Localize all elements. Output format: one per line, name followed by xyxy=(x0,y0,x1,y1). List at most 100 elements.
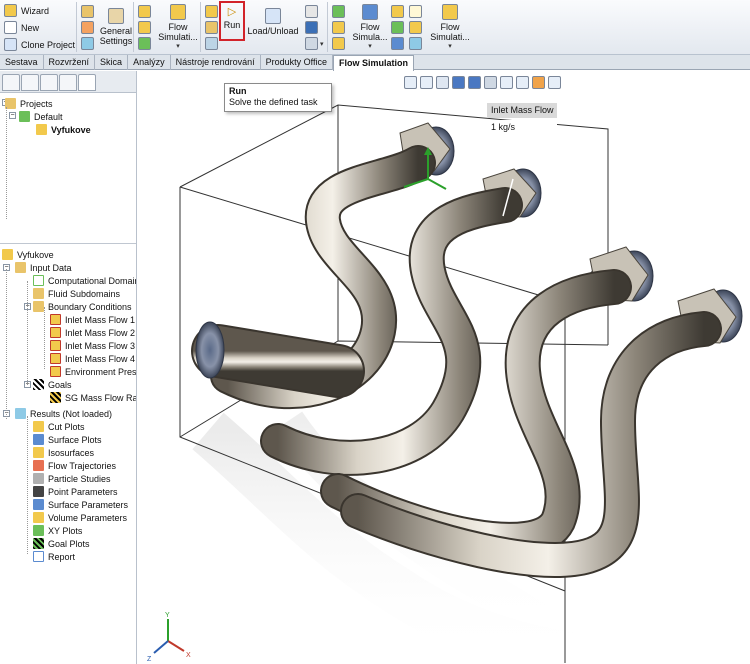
tree-goals[interactable]: Goals xyxy=(33,378,72,391)
xy-plot-icon xyxy=(33,525,44,536)
tree-isosurfaces[interactable]: Isosurfaces xyxy=(33,446,94,459)
tab-sestava[interactable]: Sestava xyxy=(0,55,44,70)
toolbar-icon-14[interactable] xyxy=(332,37,345,50)
flow-analysis-tab[interactable] xyxy=(78,74,96,91)
toolbar-icon-19[interactable] xyxy=(409,37,422,50)
graphics-viewport[interactable]: Y X Z Inlet Mass Flow 1 kg/s xyxy=(138,71,750,664)
command-ribbon: Wizard New Clone Project General Setting… xyxy=(0,0,750,55)
outlet-flange xyxy=(195,321,225,379)
tree-surface-plots[interactable]: Surface Plots xyxy=(33,433,102,446)
load-unload-button[interactable]: Load/Unload xyxy=(247,8,299,36)
appearance-tab[interactable] xyxy=(59,74,77,91)
toolbar-icon-9[interactable] xyxy=(205,37,218,50)
tree-inlet-mass-flow-2[interactable]: Inlet Mass Flow 2 xyxy=(50,326,135,339)
toolbar-icon-18[interactable] xyxy=(409,21,422,34)
tree-flow-trajectories[interactable]: Flow Trajectories xyxy=(33,459,116,472)
chevron-down-icon: ▾ xyxy=(448,43,452,50)
tree-point-parameters[interactable]: Point Parameters xyxy=(33,485,118,498)
tab-rozvrzeni[interactable]: Rozvržení xyxy=(44,55,96,70)
chevron-down-icon[interactable]: ▾ xyxy=(320,40,324,48)
tree-xy-plots[interactable]: XY Plots xyxy=(33,524,82,537)
panel-tabs xyxy=(0,71,136,93)
flow-simulation-menu-1[interactable]: Flow Simulati... ▾ xyxy=(156,4,200,52)
tree-volume-parameters[interactable]: Volume Parameters xyxy=(33,511,127,524)
tree-inlet-mass-flow-1[interactable]: Inlet Mass Flow 1 xyxy=(50,313,135,326)
callout-label[interactable]: Inlet Mass Flow xyxy=(487,103,557,118)
tree-report[interactable]: Report xyxy=(33,550,75,563)
command-tabs: Sestava Rozvržení Skica Analýzy Nástroje… xyxy=(0,55,750,71)
goal-icon xyxy=(50,392,61,403)
collapse-toggle[interactable]: − xyxy=(9,112,16,119)
tree-inlet-mass-flow-3[interactable]: Inlet Mass Flow 3 xyxy=(50,339,135,352)
toolbar-icon-8[interactable] xyxy=(205,21,218,34)
feature-tree-tab[interactable] xyxy=(2,74,20,91)
inlet-icon xyxy=(50,314,61,325)
tree-environment-pressure[interactable]: Environment Pressure xyxy=(50,365,136,378)
flow-simulation-icon xyxy=(442,4,458,20)
tree-project-vyfukove[interactable]: Vyfukove xyxy=(36,123,91,136)
tree-analysis-root[interactable]: Vyfukove xyxy=(2,248,54,261)
wizard-button[interactable]: Wizard xyxy=(4,4,49,17)
flow-simulation-icon xyxy=(362,4,378,20)
toolbar-icon-7[interactable] xyxy=(205,5,218,18)
tab-analyzy[interactable]: Analýzy xyxy=(128,55,171,70)
clone-project-button[interactable]: Clone Project xyxy=(4,38,75,51)
toolbar-icon-5[interactable] xyxy=(138,21,151,34)
toolbar-icon-1[interactable] xyxy=(81,5,94,18)
tooltip-description: Solve the defined task xyxy=(229,97,318,107)
general-settings-button[interactable]: General Settings xyxy=(98,8,134,46)
tab-flow-simulation[interactable]: Flow Simulation xyxy=(333,55,414,71)
tree-fluid-subdomains[interactable]: Fluid Subdomains xyxy=(33,287,120,300)
run-button-highlight xyxy=(219,1,245,41)
tab-produkty-office[interactable]: Produkty Office xyxy=(261,55,333,70)
inlet-icon xyxy=(50,327,61,338)
toolbar-icon-13[interactable] xyxy=(332,21,345,34)
report-icon xyxy=(33,551,44,562)
lightbulb-icon[interactable] xyxy=(409,5,422,18)
toolbar-icon-16[interactable] xyxy=(391,21,404,34)
tree-boundary-conditions[interactable]: Boundary Conditions xyxy=(33,300,132,313)
save-icon[interactable] xyxy=(305,21,318,34)
wizard-icon xyxy=(4,4,17,17)
tree-particle-studies[interactable]: Particle Studies xyxy=(33,472,111,485)
settings-icon xyxy=(108,8,124,24)
new-project-button[interactable]: New xyxy=(4,21,39,34)
new-document-icon xyxy=(4,21,17,34)
toolbar-icon-10[interactable] xyxy=(305,5,318,18)
toolbar-icon-11[interactable] xyxy=(305,37,318,50)
goals-flag-icon xyxy=(33,379,44,390)
tree-inlet-mass-flow-4[interactable]: Inlet Mass Flow 4 xyxy=(50,352,135,365)
folder-icon xyxy=(33,301,44,312)
tree-input-data[interactable]: Input Data xyxy=(15,261,72,274)
toolbar-icon-12[interactable] xyxy=(332,5,345,18)
tree-cut-plots[interactable]: Cut Plots xyxy=(33,420,85,433)
callout-value[interactable]: 1 kg/s xyxy=(487,120,557,135)
results-icon xyxy=(15,408,26,419)
tree-results[interactable]: Results (Not loaded) xyxy=(15,407,112,420)
toolbar-icon-6[interactable] xyxy=(138,37,151,50)
tree-surface-parameters[interactable]: Surface Parameters xyxy=(33,498,128,511)
trajectory-icon xyxy=(33,460,44,471)
tab-skica[interactable]: Skica xyxy=(95,55,129,70)
property-tab[interactable] xyxy=(21,74,39,91)
panel-splitter[interactable] xyxy=(0,243,136,246)
folder-icon xyxy=(15,262,26,273)
axis-triad: Y X Z xyxy=(147,612,191,663)
flow-project-icon xyxy=(2,249,13,260)
run-tooltip: Run Solve the defined task xyxy=(224,83,332,112)
tree-goal-plots[interactable]: Goal Plots xyxy=(33,537,90,550)
toolbar-icon-4[interactable] xyxy=(138,5,151,18)
clone-icon xyxy=(4,38,17,51)
toolbar-icon-15[interactable] xyxy=(391,5,404,18)
tree-default-config[interactable]: Default xyxy=(19,110,63,123)
tree-sg-mass-flow-rate[interactable]: SG Mass Flow Rate xyxy=(50,391,136,404)
tree-projects[interactable]: Projects xyxy=(5,97,53,110)
toolbar-icon-2[interactable] xyxy=(81,21,94,34)
toolbar-icon-17[interactable] xyxy=(391,37,404,50)
configuration-tab[interactable] xyxy=(40,74,58,91)
toolbar-icon-3[interactable] xyxy=(81,37,94,50)
flow-simulation-menu-3[interactable]: Flow Simulati... ▾ xyxy=(428,4,472,52)
tree-computational-domain[interactable]: Computational Domain xyxy=(33,274,136,287)
tab-nastroje-rendrovani[interactable]: Nástroje rendrování xyxy=(171,55,261,70)
flow-simulation-menu-2[interactable]: Flow Simula... ▾ xyxy=(350,4,390,52)
